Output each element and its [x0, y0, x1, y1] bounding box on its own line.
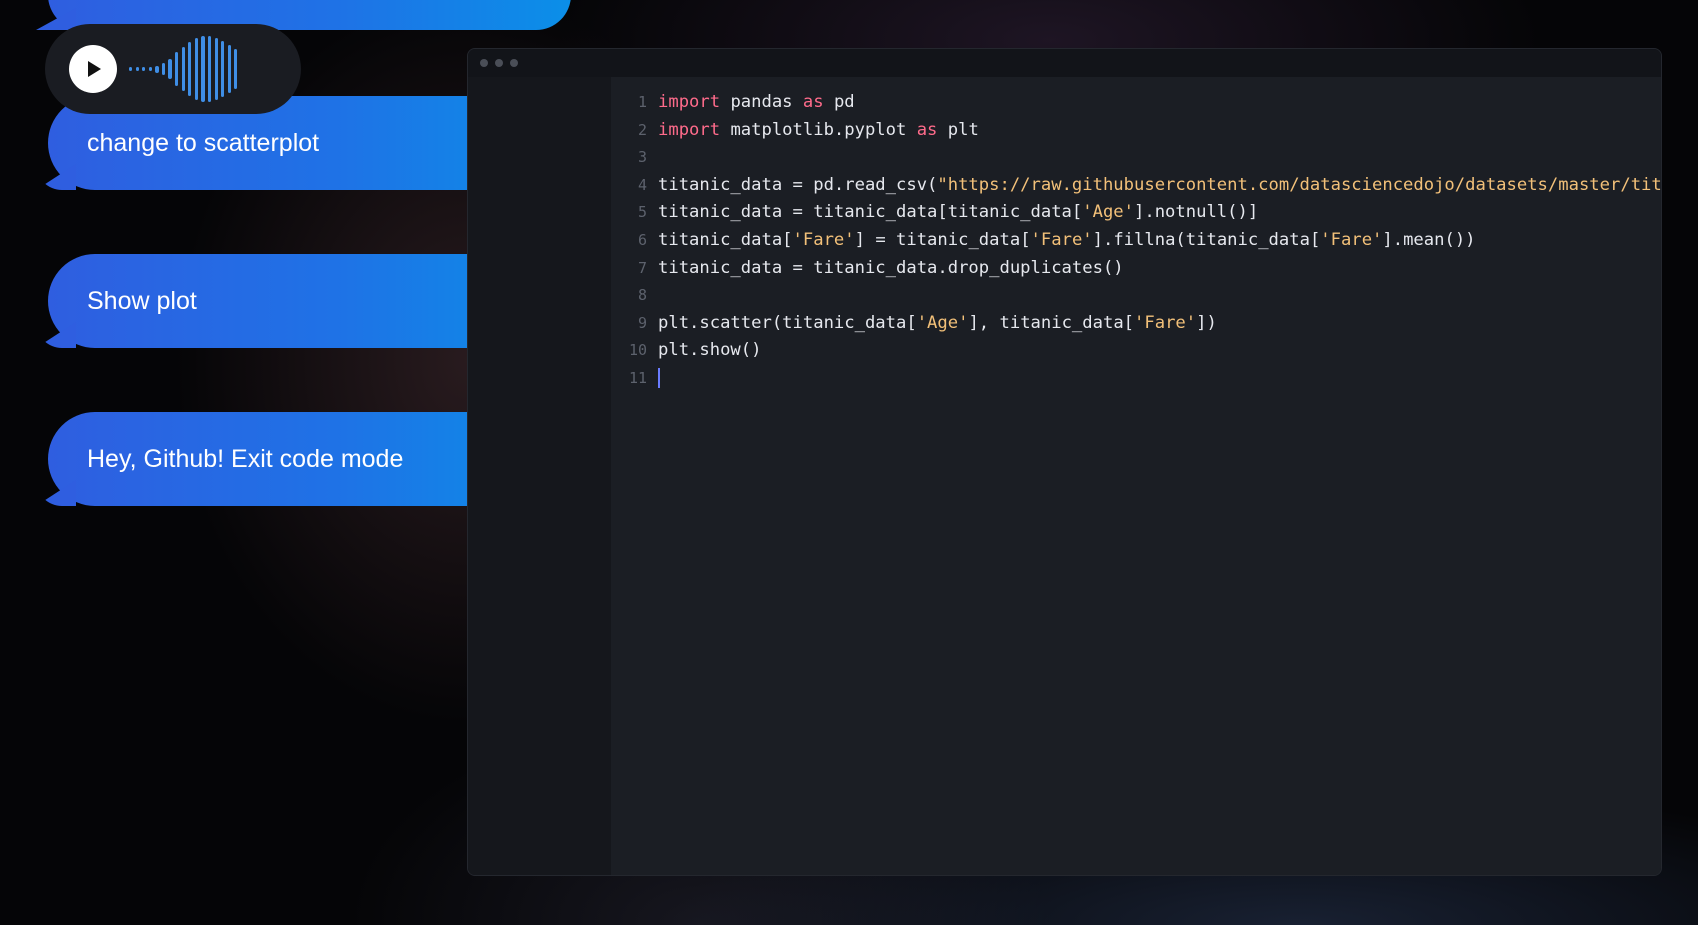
line-code: plt.scatter(titanic_data['Age'], titanic…	[658, 310, 1217, 338]
editor-titlebar	[468, 49, 1661, 77]
waveform-bar	[221, 41, 225, 97]
line-code: import pandas as pd	[658, 89, 855, 117]
code-token: ] = titanic_data[	[854, 229, 1031, 250]
code-line[interactable]: 11	[611, 365, 1661, 393]
chat-message-text: change to scatterplot	[87, 128, 320, 157]
play-icon[interactable]	[69, 45, 117, 93]
code-lines[interactable]: 1 import pandas as pd 2 import matplotlib.p…	[611, 89, 1661, 393]
code-token: titanic_data = titanic_data[titanic_data…	[658, 202, 1083, 223]
code-line[interactable]: 3	[611, 144, 1661, 172]
keyword-token: as	[916, 119, 938, 140]
waveform-bar	[194, 38, 198, 100]
string-token: 'Age'	[916, 312, 969, 333]
code-line[interactable]: 4 titanic_data = pd.read_csv("https://raw…	[611, 172, 1661, 200]
line-number: 11	[628, 368, 647, 387]
code-token: titanic_data[	[658, 229, 793, 250]
waveform-bar	[161, 63, 166, 75]
line-number: 2	[637, 120, 647, 139]
code-token: ])	[1196, 312, 1217, 333]
keyword-token: import	[658, 92, 721, 112]
code-token: plt.show()	[658, 340, 762, 361]
code-line[interactable]: 7 titanic_data = titanic_data.drop_duplic…	[611, 255, 1661, 283]
code-token: titanic_data = pd.read_csv(	[658, 174, 938, 195]
code-token: plt.scatter(titanic_data[	[658, 312, 917, 333]
waveform-bar	[129, 67, 133, 71]
waveform-bar	[227, 45, 231, 93]
line-code	[658, 365, 660, 393]
waveform-bar	[168, 59, 172, 79]
line-number: 7	[637, 258, 647, 277]
line-code: plt.show()	[658, 337, 761, 365]
chat-message-text: Show plot	[87, 286, 197, 315]
code-token: matplotlib.pyplot	[720, 119, 917, 140]
line-number: 6	[637, 230, 647, 249]
line-number: 3	[637, 148, 647, 167]
waveform-bar	[214, 38, 218, 100]
line-code: import matplotlib.pyplot as plt	[658, 117, 979, 145]
code-line[interactable]: 1 import pandas as pd	[611, 89, 1661, 117]
waveform-bar	[148, 67, 152, 71]
code-editor-window: 1 import pandas as pd 2 import matplotlib.p…	[467, 48, 1662, 876]
waveform-bar	[201, 36, 205, 102]
code-line[interactable]: 6 titanic_data['Fare'] = titanic_data['Fa…	[611, 227, 1661, 255]
string-token: 'Fare'	[1320, 229, 1383, 250]
line-number: 1	[637, 93, 647, 111]
waveform-bar	[135, 67, 139, 71]
waveform-icon	[129, 36, 238, 102]
waveform-bar	[142, 67, 146, 71]
waveform-bar	[207, 36, 212, 102]
code-token: pandas	[720, 92, 803, 112]
string-token: "https://raw.githubusercontent.com/datas…	[937, 174, 1661, 195]
string-token: 'Fare'	[1134, 312, 1197, 333]
keyword-token: import	[658, 119, 721, 140]
string-token: 'Fare'	[1030, 229, 1093, 250]
code-token: plt	[937, 119, 979, 140]
line-number: 8	[637, 286, 647, 305]
waveform-bar	[188, 42, 192, 96]
code-line[interactable]: 8	[611, 282, 1661, 310]
code-token: ], titanic_data[	[968, 312, 1135, 333]
window-dots-icon	[480, 59, 518, 67]
code-line[interactable]: 10 plt.show()	[611, 337, 1661, 365]
line-number: 5	[637, 203, 647, 222]
string-token: 'Fare'	[792, 229, 855, 250]
waveform-bar	[181, 47, 185, 91]
code-token: titanic_data = titanic_data.drop_duplica…	[658, 257, 1124, 278]
line-code: titanic_data = titanic_data[titanic_data…	[658, 199, 1258, 227]
waveform-bar	[175, 52, 179, 86]
text-cursor	[658, 367, 660, 388]
line-code: titanic_data = pd.read_csv("https://raw.…	[658, 172, 1661, 200]
code-line[interactable]: 9 plt.scatter(titanic_data['Age'], titani…	[611, 310, 1661, 338]
code-pane[interactable]: 1 import pandas as pd 2 import matplotlib.p…	[611, 77, 1661, 875]
code-token: ].mean())	[1382, 229, 1476, 250]
line-code: titanic_data['Fare'] = titanic_data['Far…	[658, 227, 1476, 255]
code-token: ].fillna(titanic_data[	[1092, 229, 1321, 250]
waveform-bar	[155, 65, 159, 73]
code-token: ].notnull()]	[1134, 202, 1259, 223]
chat-message-text: Hey, Github! Exit code mode	[87, 444, 404, 473]
keyword-token: as	[802, 92, 824, 112]
code-token: pd	[823, 92, 855, 112]
code-line[interactable]: 5 titanic_data = titanic_data[titanic_dat…	[611, 199, 1661, 227]
line-number: 10	[628, 341, 647, 360]
voice-message[interactable]	[45, 24, 301, 114]
string-token: 'Age'	[1082, 202, 1135, 223]
line-number: 4	[637, 175, 647, 194]
line-number: 9	[637, 313, 647, 332]
line-code: titanic_data = titanic_data.drop_duplica…	[658, 255, 1124, 283]
waveform-bar	[234, 49, 238, 89]
editor-side-panel	[468, 77, 611, 875]
code-line[interactable]: 2 import matplotlib.pyplot as plt	[611, 117, 1661, 145]
